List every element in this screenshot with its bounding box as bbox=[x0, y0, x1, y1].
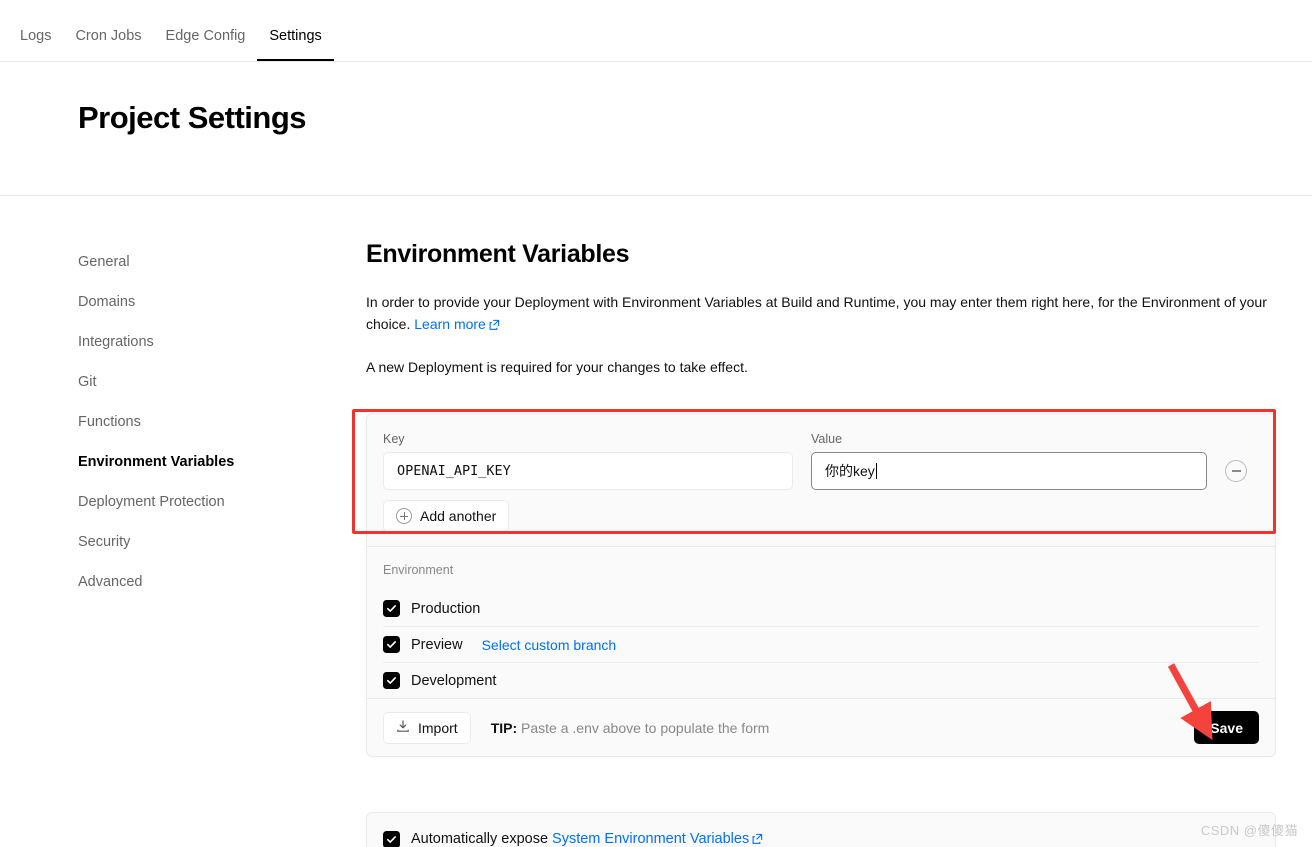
checkbox-production[interactable] bbox=[383, 600, 400, 617]
environment-label: Environment bbox=[383, 563, 454, 577]
plus-circle-icon bbox=[396, 508, 412, 524]
key-input-value: OPENAI_API_KEY bbox=[397, 463, 511, 479]
text-caret bbox=[875, 463, 877, 479]
form-footer: Import TIP: Paste a .env above to popula… bbox=[367, 698, 1275, 756]
environment-label-development: Development bbox=[411, 672, 497, 689]
nav-tab-list: Logs Cron Jobs Edge Config Settings bbox=[20, 27, 334, 61]
sidebar-item-environment-variables[interactable]: Environment Variables bbox=[78, 453, 328, 471]
system-env-vars-card: Automatically expose System Environment … bbox=[366, 812, 1276, 847]
value-input[interactable]: 你的key bbox=[811, 452, 1207, 490]
learn-more-link[interactable]: Learn more bbox=[414, 316, 486, 332]
environment-row-development: Development bbox=[383, 663, 1259, 698]
import-button[interactable]: Import bbox=[383, 711, 471, 744]
value-column-label: Value bbox=[811, 432, 843, 446]
environment-selector: Environment Production Preview Select cu… bbox=[367, 547, 1275, 698]
checkbox-system-env-vars[interactable] bbox=[383, 831, 400, 847]
environment-label-preview: Preview bbox=[411, 636, 463, 653]
nav-tab-cron-jobs[interactable]: Cron Jobs bbox=[63, 27, 153, 61]
system-env-vars-prefix: Automatically expose bbox=[411, 831, 553, 847]
checkbox-development[interactable] bbox=[383, 672, 400, 689]
section-title: Environment Variables bbox=[366, 240, 630, 268]
page-title-band: Project Settings bbox=[0, 62, 1312, 196]
key-column-label: Key bbox=[383, 432, 405, 446]
main-content: Environment Variables In order to provid… bbox=[366, 240, 1276, 402]
key-input[interactable]: OPENAI_API_KEY bbox=[383, 452, 793, 490]
save-button[interactable]: Save bbox=[1194, 711, 1259, 744]
import-label: Import bbox=[418, 719, 458, 736]
tip-prefix: TIP: bbox=[490, 719, 518, 736]
external-link-icon-2 bbox=[752, 832, 763, 847]
environment-label-production: Production bbox=[411, 600, 481, 617]
sidebar-item-deployment-protection[interactable]: Deployment Protection bbox=[78, 493, 328, 511]
remove-variable-icon[interactable] bbox=[1225, 460, 1247, 482]
environment-row-preview: Preview Select custom branch bbox=[383, 627, 1259, 663]
settings-sidebar: General Domains Integrations Git Functio… bbox=[78, 253, 328, 613]
value-input-value: 你的key bbox=[825, 463, 875, 479]
kv-column-headers: Key Value bbox=[383, 432, 1259, 446]
tip-body: Paste a .env above to populate the form bbox=[517, 719, 770, 736]
app-root: Logs Cron Jobs Edge Config Settings Proj… bbox=[0, 0, 1312, 847]
add-another-button[interactable]: Add another bbox=[383, 500, 510, 532]
nav-tab-edge-config[interactable]: Edge Config bbox=[154, 27, 258, 61]
section-description-2: A new Deployment is required for your ch… bbox=[366, 359, 748, 375]
external-link-icon bbox=[489, 314, 500, 336]
sidebar-item-git[interactable]: Git bbox=[78, 373, 328, 391]
system-env-vars-row: Automatically expose System Environment … bbox=[367, 813, 1275, 847]
page-title: Project Settings bbox=[78, 100, 307, 135]
select-custom-branch-link[interactable]: Select custom branch bbox=[482, 637, 617, 653]
sidebar-item-general[interactable]: General bbox=[78, 253, 328, 271]
environment-row-production: Production bbox=[383, 591, 1259, 627]
system-env-vars-link[interactable]: System Environment Variables bbox=[552, 831, 749, 847]
sidebar-item-integrations[interactable]: Integrations bbox=[78, 333, 328, 351]
env-var-input-rows: Key Value OPENAI_API_KEY 你的key Add anoth… bbox=[367, 414, 1275, 546]
sidebar-item-domains[interactable]: Domains bbox=[78, 293, 328, 311]
project-navbar: Logs Cron Jobs Edge Config Settings bbox=[0, 0, 1312, 62]
sidebar-item-advanced[interactable]: Advanced bbox=[78, 573, 328, 591]
description-text: In order to provide your Deployment with… bbox=[366, 294, 1267, 332]
watermark: CSDN @傻傻猫 bbox=[1200, 823, 1298, 838]
nav-tab-logs[interactable]: Logs bbox=[20, 27, 63, 61]
download-icon bbox=[396, 719, 410, 736]
system-env-vars-text: Automatically expose System Environment … bbox=[411, 831, 763, 847]
nav-tab-settings[interactable]: Settings bbox=[257, 27, 334, 61]
env-var-form-card: Key Value OPENAI_API_KEY 你的key Add anoth… bbox=[366, 413, 1276, 757]
checkbox-preview[interactable] bbox=[383, 636, 400, 653]
tip-text: TIP: Paste a .env above to populate the … bbox=[491, 720, 770, 736]
env-var-row: OPENAI_API_KEY 你的key bbox=[383, 452, 1259, 490]
sidebar-item-security[interactable]: Security bbox=[78, 533, 328, 551]
add-another-label: Add another bbox=[420, 508, 497, 524]
section-description: In order to provide your Deployment with… bbox=[366, 291, 1276, 336]
sidebar-item-functions[interactable]: Functions bbox=[78, 413, 328, 431]
